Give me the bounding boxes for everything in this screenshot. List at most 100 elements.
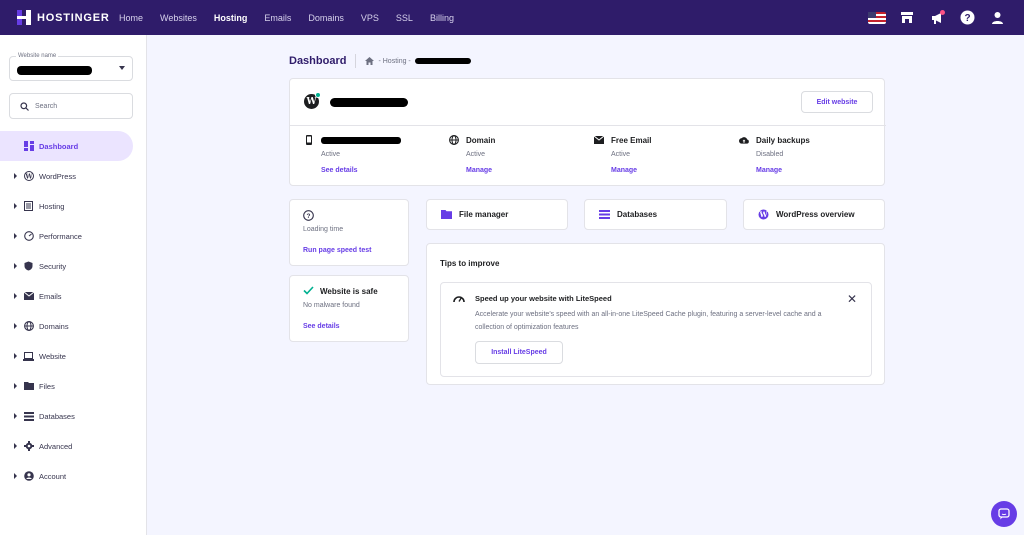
- shield-icon: [23, 261, 34, 272]
- breadcrumb-hosting[interactable]: - Hosting -: [378, 58, 410, 65]
- backups-status: Disabled: [756, 151, 784, 158]
- sidebar-item-label: Emails: [39, 291, 62, 301]
- chat-support-button[interactable]: [991, 501, 1017, 527]
- wordpress-overview-label: WordPress overview: [776, 210, 855, 219]
- mail-icon: [23, 291, 34, 302]
- gauge-icon: [23, 231, 34, 242]
- edit-website-button[interactable]: Edit website: [801, 91, 873, 113]
- sidebar-item-wordpress[interactable]: W WordPress: [0, 161, 147, 191]
- database-icon: [23, 411, 34, 422]
- sidebar-item-account[interactable]: Account: [0, 461, 147, 491]
- us-flag-icon[interactable]: [868, 9, 886, 27]
- sidebar-item-files[interactable]: Files: [0, 371, 147, 401]
- nav-ssl[interactable]: SSL: [396, 13, 413, 23]
- top-icons: ?: [856, 0, 1006, 35]
- databases-button[interactable]: Databases: [584, 199, 727, 230]
- sidebar-item-advanced[interactable]: Advanced: [0, 431, 147, 461]
- tips-card: Tips to improve Speed up your website wi…: [426, 243, 885, 385]
- breadcrumb: Dashboard - Hosting -: [289, 54, 471, 68]
- search-input[interactable]: Search: [9, 93, 133, 119]
- search-placeholder: Search: [35, 102, 58, 110]
- sidebar-item-performance[interactable]: Performance: [0, 221, 147, 251]
- email-manage-link[interactable]: Manage: [611, 167, 637, 174]
- sidebar-item-label: WordPress: [39, 171, 76, 181]
- nav-websites[interactable]: Websites: [160, 13, 197, 23]
- redacted-site-name: [330, 98, 408, 107]
- security-status-card: Website is safe No malware found See det…: [289, 275, 409, 342]
- sidebar-item-dashboard[interactable]: Dashboard: [0, 131, 133, 161]
- svg-text:?: ?: [964, 13, 970, 24]
- nav-emails[interactable]: Emails: [264, 13, 291, 23]
- redacted-breadcrumb-site: [414, 58, 471, 64]
- dashboard-icon: [23, 141, 34, 152]
- summary-header: W Edit website: [290, 79, 886, 126]
- redacted-website-name: [17, 66, 92, 75]
- sidebar-item-label: Security: [39, 261, 67, 271]
- chevron-right-icon: [14, 383, 17, 389]
- domain-manage-link[interactable]: Manage: [466, 167, 492, 174]
- sidebar-item-label: Databases: [39, 411, 75, 421]
- sidebar: Website name Search Dashboard W WordPres…: [0, 35, 147, 535]
- run-speed-test-link[interactable]: Run page speed test: [303, 247, 371, 254]
- chevron-right-icon: [14, 263, 17, 269]
- top-navigation-bar: HOSTINGER Home Websites Hosting Emails D…: [0, 0, 1024, 35]
- website-select[interactable]: Website name: [9, 53, 133, 81]
- sidebar-item-security[interactable]: Security: [0, 251, 147, 281]
- backups-manage-link[interactable]: Manage: [756, 167, 782, 174]
- summary-email: Free Email Active Manage: [594, 134, 734, 179]
- chat-icon: [998, 508, 1010, 520]
- sidebar-item-label: Website: [39, 351, 66, 361]
- divider: [355, 54, 357, 68]
- website-safe-title: Website is safe: [320, 287, 378, 296]
- logo-text: HOSTINGER: [37, 11, 110, 24]
- nav-hosting[interactable]: Hosting: [214, 13, 248, 23]
- globe-icon: [449, 135, 459, 145]
- email-status: Active: [611, 151, 631, 158]
- sidebar-item-label: Account: [39, 471, 67, 481]
- sidebar-item-label: Hosting: [39, 201, 65, 211]
- domain-title: Domain: [466, 136, 496, 145]
- cloud-upload-icon: [739, 135, 749, 145]
- wordpress-overview-button[interactable]: W WordPress overview: [743, 199, 885, 230]
- sidebar-item-databases[interactable]: Databases: [0, 401, 147, 431]
- sidebar-item-domains[interactable]: Domains: [0, 311, 147, 341]
- install-litespeed-button[interactable]: Install LiteSpeed: [475, 341, 563, 364]
- chevron-right-icon: [14, 173, 17, 179]
- database-icon: [599, 210, 610, 219]
- chevron-right-icon: [14, 413, 17, 419]
- sidebar-item-label: Dashboard: [39, 141, 79, 151]
- redacted-plan-name: [321, 137, 401, 144]
- sidebar-item-emails[interactable]: Emails: [0, 281, 147, 311]
- backups-title: Daily backups: [756, 136, 810, 145]
- nav-billing[interactable]: Billing: [430, 13, 454, 23]
- nav-domains[interactable]: Domains: [308, 13, 344, 23]
- sidebar-item-website[interactable]: Website: [0, 341, 147, 371]
- wordpress-icon: W: [758, 209, 769, 220]
- store-icon[interactable]: [898, 9, 916, 27]
- chevron-right-icon: [14, 323, 17, 329]
- svg-text:W: W: [24, 173, 33, 181]
- domain-status: Active: [466, 151, 486, 158]
- speedometer-icon: [453, 293, 465, 305]
- home-icon[interactable]: [365, 57, 375, 65]
- user-icon[interactable]: [988, 9, 1006, 27]
- help-icon[interactable]: ?: [958, 9, 976, 27]
- no-malware-text: No malware found: [303, 302, 360, 309]
- summary-backups: Daily backups Disabled Manage: [739, 134, 879, 179]
- nav-home[interactable]: Home: [119, 13, 143, 23]
- search-icon: [20, 101, 29, 111]
- plan-see-details-link[interactable]: See details: [321, 167, 358, 174]
- nav-vps[interactable]: VPS: [361, 13, 379, 23]
- chevron-down-icon: [119, 66, 125, 70]
- sidebar-item-hosting[interactable]: Hosting: [0, 191, 147, 221]
- hostinger-logo[interactable]: HOSTINGER: [17, 10, 119, 25]
- security-see-details-link[interactable]: See details: [303, 323, 340, 330]
- hostinger-logo-icon: [17, 10, 31, 25]
- close-icon[interactable]: ✕: [847, 292, 857, 306]
- sidebar-item-label: Domains: [39, 321, 69, 331]
- file-manager-button[interactable]: File manager: [426, 199, 568, 230]
- website-summary-card: W Edit website Active See details Domain…: [289, 78, 886, 186]
- megaphone-icon[interactable]: [928, 9, 946, 27]
- summary-domain: Domain Active Manage: [449, 134, 589, 179]
- check-icon: [303, 286, 314, 297]
